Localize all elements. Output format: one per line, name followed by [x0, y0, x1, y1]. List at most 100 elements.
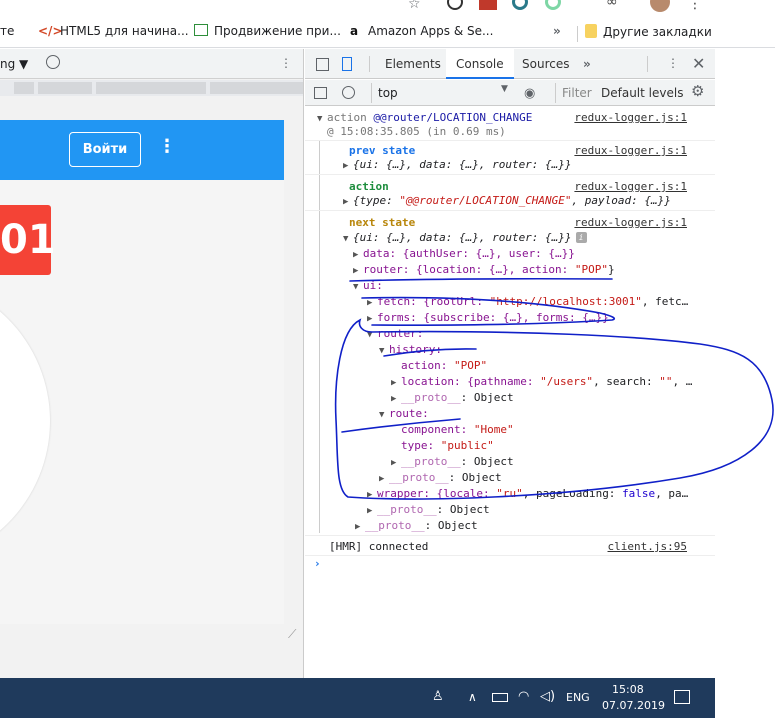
tab-sources[interactable]: Sources: [522, 49, 569, 79]
clear-console-icon[interactable]: [342, 86, 355, 99]
login-button[interactable]: Войти: [69, 132, 141, 167]
extension-icon[interactable]: [545, 0, 561, 10]
collapse-arrow-icon[interactable]: [317, 112, 327, 126]
tree-node[interactable]: location: {pathname: "/users", search: "…: [391, 375, 692, 390]
expand-arrow-icon[interactable]: [391, 456, 401, 470]
tree-node[interactable]: forms: {subscribe: {…}, forms: {…}}: [367, 311, 609, 326]
extension-icon[interactable]: ∞: [606, 0, 618, 10]
divider: [305, 210, 715, 211]
media-query-segment[interactable]: [38, 82, 92, 94]
source-link[interactable]: redux-logger.js:1: [574, 111, 687, 124]
expand-arrow-icon[interactable]: [367, 296, 377, 310]
tree-node[interactable]: wrapper: {locale: "ru", pageLoading: fal…: [367, 487, 688, 502]
devtools-menu-icon[interactable]: ⋮: [667, 56, 679, 70]
tree-node[interactable]: history:: [379, 343, 442, 358]
expand-arrow-icon[interactable]: [379, 472, 389, 486]
tree-node[interactable]: __proto__: Object: [391, 455, 514, 470]
clock-date[interactable]: 07.07.2019: [602, 699, 665, 712]
log-levels-select[interactable]: Default levels: [601, 83, 683, 103]
expand-arrow-icon[interactable]: [367, 312, 377, 326]
divider: [647, 56, 648, 72]
bookmark-item[interactable]: те: [0, 24, 14, 38]
browser-menu-icon[interactable]: ⋮: [688, 0, 702, 12]
context-select[interactable]: top: [371, 83, 511, 103]
expand-arrow-icon[interactable]: [391, 392, 401, 406]
tree-node[interactable]: data: {authUser: {…}, user: {…}}: [353, 247, 575, 262]
close-icon[interactable]: ✕: [692, 54, 705, 73]
people-icon[interactable]: ♙: [432, 689, 444, 704]
tree-node[interactable]: router:: [367, 327, 423, 342]
rotate-icon[interactable]: [46, 55, 60, 69]
expand-arrow-icon[interactable]: [391, 376, 401, 390]
expand-arrow-icon[interactable]: [367, 488, 377, 502]
bookmark-star-icon[interactable]: ☆: [408, 0, 421, 12]
throttling-select[interactable]: ng ▼: [0, 57, 28, 71]
log-object[interactable]: {ui: {…}, data: {…}, router: {…}}i: [343, 231, 587, 246]
bookmark-item[interactable]: Продвижение при...: [194, 24, 341, 38]
device-toggle-icon[interactable]: [342, 57, 352, 71]
media-query-bar[interactable]: [0, 80, 303, 96]
collapse-arrow-icon[interactable]: [379, 344, 389, 358]
source-link[interactable]: redux-logger.js:1: [574, 180, 687, 193]
tree-node[interactable]: ui:: [353, 279, 383, 294]
source-link[interactable]: client.js:95: [608, 540, 687, 553]
log-object[interactable]: {type: "@@router/LOCATION_CHANGE", paylo…: [343, 194, 671, 209]
more-tabs-button[interactable]: »: [583, 49, 591, 79]
collapse-arrow-icon[interactable]: [343, 232, 353, 246]
battery-icon[interactable]: [492, 693, 508, 702]
eye-icon[interactable]: ◉: [524, 86, 535, 101]
log-group-header[interactable]: action @@router/LOCATION_CHANGE: [317, 111, 532, 126]
bookmark-item[interactable]: </>HTML5 для начина...: [38, 24, 189, 38]
expand-arrow-icon[interactable]: [343, 159, 353, 173]
chevron-up-icon[interactable]: ∧: [468, 690, 477, 704]
tree-node[interactable]: route:: [379, 407, 429, 422]
tree-node[interactable]: router: {location: {…}, action: "POP"}: [353, 263, 615, 278]
expand-arrow-icon[interactable]: [343, 195, 353, 209]
expand-arrow-icon[interactable]: [353, 264, 363, 278]
collapse-arrow-icon[interactable]: [353, 280, 363, 294]
profile-avatar[interactable]: [650, 0, 670, 12]
resize-handle-icon[interactable]: ⟋: [288, 627, 296, 642]
filter-input[interactable]: Filter: [555, 83, 595, 103]
sidebar-toggle-icon[interactable]: [314, 87, 327, 99]
console-prompt[interactable]: ›: [314, 557, 321, 570]
more-options-icon[interactable]: ⋮: [280, 56, 292, 70]
source-link[interactable]: redux-logger.js:1: [574, 144, 687, 157]
divider: [577, 26, 578, 42]
clock-time[interactable]: 15:08: [612, 683, 644, 696]
wifi-icon[interactable]: ◠: [518, 689, 529, 704]
media-query-segment[interactable]: [14, 82, 34, 94]
more-vert-icon[interactable]: ⋮: [158, 136, 176, 157]
log-object[interactable]: {ui: {…}, data: {…}, router: {…}}: [343, 158, 572, 173]
gear-icon[interactable]: ⚙: [691, 82, 704, 100]
log-text: {ui: {…}, data: {…}, router: {…}}: [353, 231, 572, 244]
volume-icon[interactable]: ◁): [540, 689, 555, 704]
tree-node[interactable]: __proto__: Object: [379, 471, 502, 486]
expand-arrow-icon[interactable]: [367, 504, 377, 518]
log-text: "public": [440, 439, 494, 452]
collapse-arrow-icon[interactable]: [379, 408, 389, 422]
log-text: : Object: [448, 471, 502, 484]
bookmarks-overflow-button[interactable]: »: [553, 24, 561, 38]
tree-node[interactable]: __proto__: Object: [355, 519, 478, 534]
media-query-segment[interactable]: [96, 82, 206, 94]
collapse-arrow-icon[interactable]: [367, 328, 377, 342]
other-bookmarks-folder[interactable]: Другие закладки: [585, 24, 712, 39]
extension-icon[interactable]: [447, 0, 463, 10]
language-indicator[interactable]: ENG: [566, 691, 590, 704]
notification-icon[interactable]: [674, 690, 690, 704]
extension-icon[interactable]: [479, 0, 497, 10]
tree-node[interactable]: __proto__: Object: [367, 503, 490, 518]
tree-node[interactable]: fetch: {rootUrl: "http://localhost:3001"…: [367, 295, 688, 310]
tab-elements[interactable]: Elements: [385, 49, 441, 79]
inspect-element-icon[interactable]: [316, 58, 329, 71]
source-link[interactable]: redux-logger.js:1: [574, 216, 687, 229]
bookmark-item[interactable]: a Amazon Apps & Se...: [346, 24, 494, 38]
media-query-segment[interactable]: [210, 82, 303, 94]
tab-console[interactable]: Console: [446, 49, 514, 79]
extension-icon[interactable]: [512, 0, 528, 10]
expand-arrow-icon[interactable]: [355, 520, 365, 534]
tree-node[interactable]: __proto__: Object: [391, 391, 514, 406]
expand-arrow-icon[interactable]: [353, 248, 363, 262]
log-text: {type:: [353, 194, 400, 207]
